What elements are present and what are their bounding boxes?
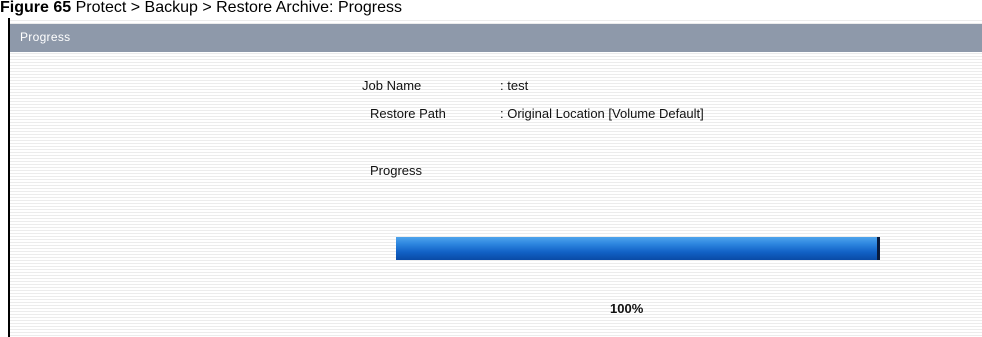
job-name-value: : test xyxy=(500,78,529,93)
job-name-label: Job Name xyxy=(362,78,422,93)
progress-panel: Progress Job Name : test Restore Path : … xyxy=(8,18,982,337)
restore-path-value: : Original Location [Volume Default] xyxy=(500,106,704,121)
progress-label: Progress xyxy=(370,163,423,178)
progress-bar-end-cap xyxy=(877,237,880,260)
panel-header: Progress xyxy=(10,24,982,52)
figure-path: Protect > Backup > Restore Archive: Prog… xyxy=(75,0,402,16)
progress-bar xyxy=(396,237,880,260)
restore-path-label: Restore Path xyxy=(370,106,446,121)
progress-bar-fill xyxy=(396,237,880,260)
panel-title: Progress xyxy=(20,30,71,44)
progress-percent: 100% xyxy=(610,301,644,316)
figure-caption: Figure 65 Protect > Backup > Restore Arc… xyxy=(0,0,982,16)
figure-label: Figure 65 xyxy=(0,0,72,16)
